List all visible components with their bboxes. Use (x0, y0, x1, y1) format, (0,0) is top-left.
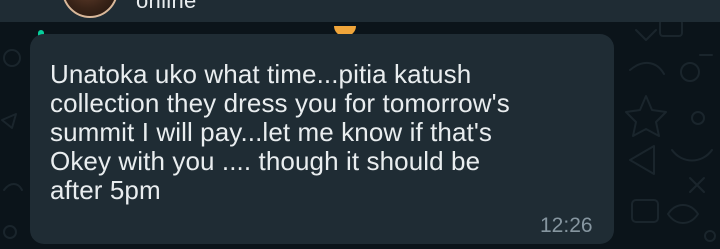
message-timestamp: 12:26 (540, 214, 593, 237)
chat-view: online Unatoka uko what time...pitia kat… (0, 0, 720, 249)
message-line: collection they dress you for tomorrow's (50, 88, 510, 118)
message-line: Okey with you .... though it should be (50, 146, 481, 176)
message-line: summit I will pay...let me know if that'… (50, 117, 493, 147)
message-line: Unatoka uko what time...pitia katush (50, 59, 472, 89)
contact-status: online (136, 0, 197, 13)
message-line: after 5pm (50, 175, 161, 205)
message-text: Unatoka uko what time...pitia katush col… (50, 60, 606, 205)
